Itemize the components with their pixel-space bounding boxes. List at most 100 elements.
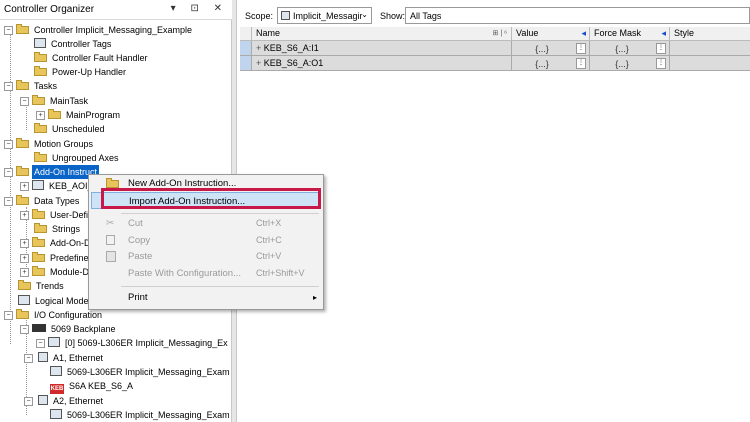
tree-item-strings[interactable]: Strings bbox=[34, 222, 82, 236]
menu-item-paste[interactable]: Paste Ctrl+V bbox=[89, 248, 323, 265]
menu-item-print[interactable]: Print ▸ bbox=[89, 289, 323, 306]
folder-icon bbox=[34, 223, 47, 233]
cell-name[interactable]: + KEB_S6_A:I1 bbox=[252, 41, 512, 55]
task-icon bbox=[32, 95, 45, 105]
folder-icon bbox=[34, 123, 47, 133]
folder-icon bbox=[34, 152, 47, 162]
column-header-force-mask[interactable]: Force Mask ◂ bbox=[590, 27, 670, 40]
tree-item-data-types[interactable]: − Data Types bbox=[4, 194, 81, 208]
table-row[interactable]: + KEB_S6_A:O1 {...} ⋮ {...} ⋮ bbox=[240, 56, 750, 71]
menu-item-copy[interactable]: Copy Ctrl+C bbox=[89, 232, 323, 249]
column-header-name[interactable]: Name ⊞ | ⁶ bbox=[252, 27, 512, 40]
filter-icon[interactable]: ⊞ | ⁶ bbox=[493, 27, 507, 40]
folder-icon bbox=[18, 280, 31, 290]
organizer-title: Controller Organizer bbox=[4, 4, 95, 15]
folder-icon bbox=[34, 66, 47, 76]
folder-icon bbox=[32, 209, 45, 219]
scissors-icon: ✂ bbox=[106, 218, 115, 229]
folder-icon bbox=[32, 266, 45, 276]
menu-item-cut[interactable]: ✂ Cut Ctrl+X bbox=[89, 215, 323, 232]
show-filter-dropdown[interactable]: All Tags bbox=[405, 7, 750, 24]
ellipsis-button[interactable]: ⋮ bbox=[576, 58, 586, 69]
tree-item-powerup-handler[interactable]: Power-Up Handler bbox=[34, 65, 128, 79]
cell-style[interactable] bbox=[670, 56, 750, 70]
row-selector-header bbox=[240, 27, 252, 40]
folder-icon bbox=[32, 237, 45, 247]
cell-force-mask[interactable]: {...} ⋮ bbox=[590, 41, 670, 55]
aoi-icon bbox=[32, 180, 44, 190]
tree-item-a1-controller[interactable]: 5069-L306ER Implicit_Messaging_Exam bbox=[50, 365, 232, 379]
grid-header: Name ⊞ | ⁶ Value ◂ Force Mask ◂ Style bbox=[240, 27, 750, 41]
column-header-style[interactable]: Style bbox=[670, 27, 750, 40]
tree-item-predefined[interactable]: + Predefined bbox=[20, 251, 96, 265]
tree-item-maintask[interactable]: − MainTask bbox=[20, 94, 90, 108]
tree-item-slot0-controller[interactable]: − [0] 5069-L306ER Implicit_Messaging_Ex bbox=[36, 336, 230, 350]
copy-icon bbox=[106, 235, 115, 245]
table-row[interactable]: + KEB_S6_A:I1 {...} ⋮ {...} ⋮ bbox=[240, 41, 750, 56]
paste-icon bbox=[106, 251, 116, 262]
cell-force-mask[interactable]: {...} ⋮ bbox=[590, 56, 670, 70]
column-header-value[interactable]: Value ◂ bbox=[512, 27, 590, 40]
tree-item-fault-handler[interactable]: Controller Fault Handler bbox=[34, 51, 150, 65]
controller-icon bbox=[50, 409, 62, 419]
folder-icon bbox=[16, 138, 29, 148]
tree-item-tasks[interactable]: − Tasks bbox=[4, 79, 59, 93]
organizer-title-bar: Controller Organizer ▾ ⊡ ✕ bbox=[0, 0, 232, 20]
controller-icon bbox=[48, 337, 60, 347]
program-scope-icon bbox=[281, 11, 290, 20]
scope-dropdown[interactable]: Implicit_Messagir ⌄ bbox=[277, 7, 372, 24]
folder-icon bbox=[34, 52, 47, 62]
folder-icon bbox=[32, 252, 45, 262]
tree-item-backplane[interactable]: −5069 Backplane bbox=[20, 322, 118, 336]
folder-icon bbox=[16, 80, 29, 90]
tree-item-io-configuration[interactable]: − I/O Configuration bbox=[4, 308, 104, 322]
ethernet-icon bbox=[38, 395, 48, 405]
cell-name[interactable]: + KEB_S6_A:O1 bbox=[252, 56, 512, 70]
keb-icon: KEB bbox=[50, 384, 64, 394]
menu-separator bbox=[121, 286, 319, 287]
controller-icon bbox=[50, 366, 62, 376]
ellipsis-button[interactable]: ⋮ bbox=[576, 43, 586, 54]
row-selector[interactable] bbox=[240, 41, 252, 55]
expand-icon[interactable]: + bbox=[256, 58, 264, 68]
expand-icon[interactable]: + bbox=[256, 43, 264, 53]
cell-style[interactable] bbox=[670, 41, 750, 55]
sort-arrow-icon: ◂ bbox=[661, 28, 666, 38]
folder-icon bbox=[16, 309, 29, 319]
tree-item-motion-groups[interactable]: − Motion Groups bbox=[4, 137, 95, 151]
ellipsis-button[interactable]: ⋮ bbox=[656, 43, 666, 54]
cell-value[interactable]: {...} ⋮ bbox=[512, 41, 590, 55]
tree-item-a2-ethernet[interactable]: − A2, Ethernet bbox=[24, 394, 105, 408]
tree-item-trends[interactable]: Trends bbox=[18, 279, 66, 293]
tags-icon bbox=[34, 38, 46, 48]
cell-value[interactable]: {...} ⋮ bbox=[512, 56, 590, 70]
show-label: Show: bbox=[380, 11, 406, 21]
sort-arrow-icon: ◂ bbox=[581, 28, 586, 38]
logical-model-icon bbox=[18, 295, 30, 305]
show-value: All Tags bbox=[410, 11, 442, 21]
tree-item-mainprogram[interactable]: + MainProgram bbox=[36, 108, 122, 122]
program-icon bbox=[48, 109, 61, 119]
menu-item-paste-with-config[interactable]: Paste With Configuration... Ctrl+Shift+V bbox=[89, 265, 323, 282]
tree-item-keb-s6a[interactable]: KEB S6A KEB_S6_A bbox=[50, 379, 135, 394]
highlight-annotation-box bbox=[101, 188, 321, 209]
tree-item-a1-ethernet[interactable]: − A1, Ethernet bbox=[24, 351, 105, 365]
tree-item-unscheduled[interactable]: Unscheduled bbox=[34, 122, 107, 136]
scope-label: Scope: bbox=[245, 11, 274, 21]
tree-item-logical-model[interactable]: Logical Model bbox=[18, 294, 93, 308]
submenu-arrow-icon: ▸ bbox=[312, 293, 317, 302]
tree-item-controller-tags[interactable]: Controller Tags bbox=[34, 37, 113, 51]
menu-separator bbox=[121, 213, 319, 214]
organizer-window-buttons[interactable]: ▾ ⊡ ✕ bbox=[171, 3, 228, 14]
chevron-down-icon: ⌄ bbox=[361, 10, 368, 19]
tree-item-ungrouped-axes[interactable]: Ungrouped Axes bbox=[34, 151, 121, 165]
folder-icon bbox=[16, 24, 29, 34]
tree-item-controller[interactable]: − Controller Implicit_Messaging_Example bbox=[4, 23, 194, 37]
row-selector[interactable] bbox=[240, 56, 252, 70]
tree-item-addon-instructions[interactable]: − Add-On Instruct bbox=[4, 165, 100, 179]
scope-value: Implicit_Messagir bbox=[293, 11, 363, 21]
ellipsis-button[interactable]: ⋮ bbox=[656, 58, 666, 69]
ethernet-icon bbox=[38, 352, 48, 362]
tree-item-a2-controller[interactable]: 5069-L306ER Implicit_Messaging_Exam bbox=[50, 408, 232, 422]
folder-icon bbox=[16, 195, 29, 205]
